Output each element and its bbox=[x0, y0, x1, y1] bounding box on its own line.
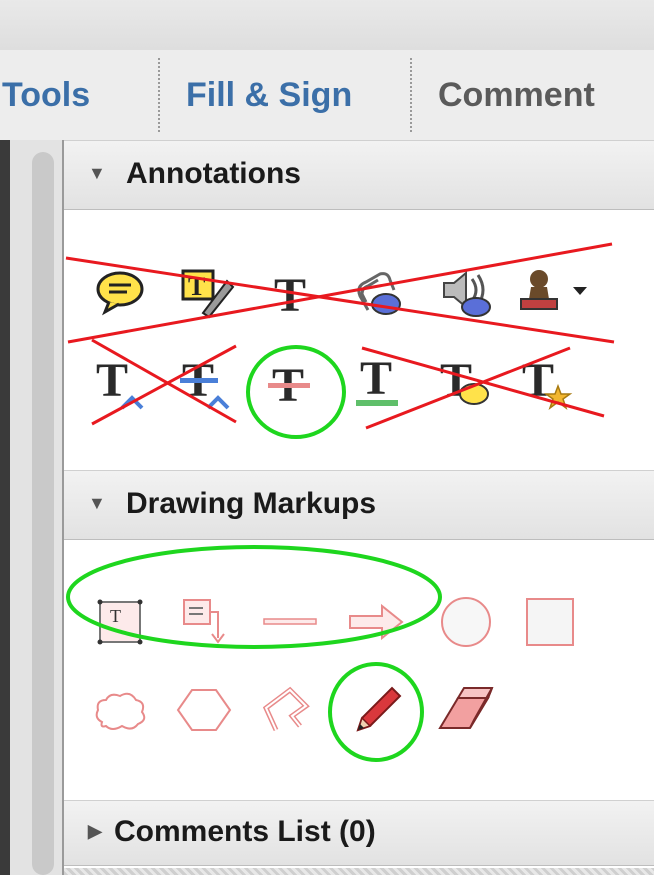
strikethrough-icon[interactable]: T bbox=[260, 352, 320, 412]
polygon-icon[interactable] bbox=[174, 680, 234, 740]
triangle-down-icon: ▼ bbox=[88, 163, 106, 183]
comments-list-title: Comments List (0) bbox=[114, 815, 376, 848]
text-callout-icon[interactable]: T bbox=[176, 262, 236, 322]
rectangle-icon[interactable] bbox=[520, 592, 580, 652]
callout-icon[interactable] bbox=[174, 592, 234, 652]
replace-text-icon[interactable]: T bbox=[176, 352, 236, 412]
tab-comment[interactable]: Comment bbox=[438, 50, 595, 140]
insert-text-icon[interactable]: T bbox=[90, 352, 150, 412]
sticky-note-icon[interactable] bbox=[90, 262, 150, 322]
tab-tools[interactable]: Tools bbox=[2, 50, 90, 140]
tab-bar: Tools Fill & Sign Comment bbox=[0, 50, 654, 141]
attach-file-icon[interactable] bbox=[346, 262, 406, 322]
text-note-icon[interactable]: T bbox=[434, 352, 494, 412]
tab-fill-and-sign[interactable]: Fill & Sign bbox=[186, 50, 352, 140]
tab-separator bbox=[410, 58, 412, 132]
triangle-right-icon: ▶ bbox=[88, 821, 102, 841]
comment-pane: ▼ Annotations T T T T T T T T ▼ Drawing … bbox=[64, 140, 654, 875]
add-note-to-text-icon[interactable]: T bbox=[516, 352, 576, 412]
polyline-icon[interactable] bbox=[260, 680, 320, 740]
add-text-icon[interactable]: T bbox=[262, 262, 322, 322]
svg-text:T: T bbox=[360, 352, 392, 405]
gutter-edge bbox=[0, 140, 10, 875]
svg-text:T: T bbox=[110, 606, 121, 626]
eraser-icon[interactable] bbox=[434, 680, 494, 740]
comments-list-header[interactable]: ▶ Comments List (0) bbox=[64, 800, 654, 866]
tab-separator bbox=[158, 58, 160, 132]
drawing-markups-title: Drawing Markups bbox=[126, 487, 377, 520]
svg-text:T: T bbox=[274, 269, 306, 322]
pencil-icon[interactable] bbox=[348, 680, 408, 740]
vertical-scrollbar[interactable] bbox=[32, 152, 54, 875]
underline-icon[interactable]: T bbox=[348, 352, 408, 412]
arrow-icon[interactable] bbox=[346, 592, 406, 652]
stamp-icon[interactable] bbox=[520, 262, 587, 322]
annotations-title: Annotations bbox=[126, 157, 301, 190]
triangle-down-icon: ▼ bbox=[88, 493, 106, 513]
svg-text:T: T bbox=[188, 272, 205, 301]
pane-bottom-edge bbox=[64, 868, 654, 875]
record-audio-icon[interactable] bbox=[436, 262, 496, 322]
left-gutter bbox=[0, 140, 62, 875]
text-box-icon[interactable]: T bbox=[90, 592, 150, 652]
drawing-markups-header[interactable]: ▼ Drawing Markups bbox=[64, 470, 654, 540]
svg-text:T: T bbox=[96, 354, 128, 407]
cloud-icon[interactable] bbox=[90, 680, 150, 740]
svg-text:T: T bbox=[522, 354, 554, 407]
oval-icon[interactable] bbox=[436, 592, 496, 652]
annotations-header[interactable]: ▼ Annotations bbox=[64, 140, 654, 210]
line-icon[interactable] bbox=[260, 592, 320, 652]
window-top-bar bbox=[0, 0, 654, 50]
